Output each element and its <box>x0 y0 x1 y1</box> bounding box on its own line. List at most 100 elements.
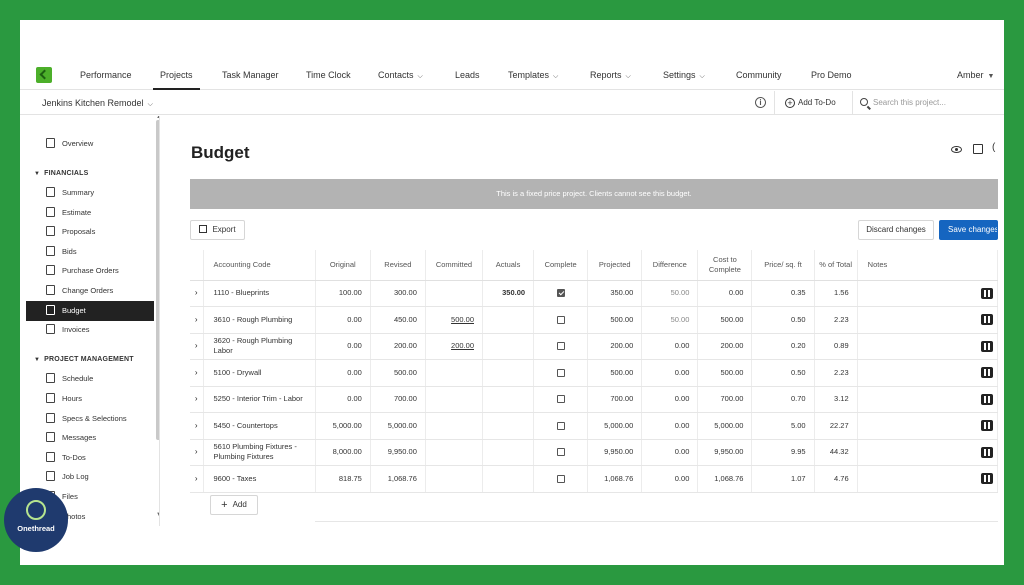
project-selector[interactable]: Jenkins Kitchen Remodel ⌵ <box>42 91 153 115</box>
sidebar-item-schedule[interactable]: Schedule <box>46 369 93 389</box>
nav-leads[interactable]: Leads <box>455 60 480 90</box>
save-changes-button[interactable]: Save changes <box>939 220 998 240</box>
column-header[interactable]: Difference <box>641 250 699 281</box>
sidebar-item-estimate[interactable]: Estimate <box>46 203 91 223</box>
table-row[interactable]: › 5450 - Countertops 5,000.00 5,000.00 5,000… <box>190 412 999 440</box>
table-row[interactable]: › 5250 - Interior Trim - Labor 0.00 700.00 7… <box>190 386 999 413</box>
export-button[interactable]: Export <box>190 220 245 240</box>
projected-cell: 5,000.00 <box>587 412 643 440</box>
committed-cell[interactable]: 500.00 <box>425 306 484 334</box>
complete-cell <box>533 386 589 413</box>
notes-icon[interactable] <box>981 287 993 299</box>
notes-cell[interactable] <box>857 439 999 466</box>
more-icon[interactable]: ( <box>992 142 995 153</box>
print-icon[interactable] <box>973 144 983 154</box>
add-line-button[interactable]: + Add <box>210 495 258 515</box>
section-project-management[interactable]: ▼ PROJECT MANAGEMENT <box>34 352 134 368</box>
expand-row-icon[interactable]: › <box>190 386 204 413</box>
expand-row-icon[interactable]: › <box>190 359 204 387</box>
column-header[interactable]: Committed <box>425 250 484 281</box>
nav-reports[interactable]: Reports ⌵ <box>590 60 631 90</box>
notes-cell[interactable] <box>857 333 999 360</box>
user-menu[interactable]: Amber ▼ <box>957 60 994 90</box>
complete-checkbox[interactable] <box>556 315 565 324</box>
notes-icon[interactable] <box>981 367 993 379</box>
sidebar-item-summary[interactable]: Summary <box>46 183 94 203</box>
scroll-down-icon[interactable]: ▼ <box>156 512 159 518</box>
sidebar-item-messages[interactable]: Messages <box>46 428 96 448</box>
sidebar-item-bids[interactable]: Bids <box>46 242 77 262</box>
column-header[interactable]: % of Total <box>814 250 858 281</box>
table-row[interactable]: › 9600 - Taxes 818.75 1,068.76 1,068.76 0.00 1… <box>190 465 999 493</box>
info-icon[interactable]: i <box>755 97 766 108</box>
sidebar-item-specs-selections[interactable]: Specs & Selections <box>46 409 127 429</box>
sidebar-item-purchase-orders[interactable]: Purchase Orders <box>46 261 119 281</box>
sidebar-item-overview[interactable]: Overview <box>46 134 93 154</box>
complete-checkbox[interactable] <box>556 368 565 377</box>
table-row[interactable]: › 1110 - Blueprints 100.00 300.00 350.00 350.… <box>190 280 999 307</box>
column-header[interactable]: Complete <box>533 250 589 281</box>
search-input[interactable]: Search this project... <box>860 91 1000 115</box>
complete-checkbox[interactable] <box>556 342 565 351</box>
nav-pro-demo[interactable]: Pro Demo <box>811 60 852 90</box>
column-header[interactable]: Actuals <box>482 250 535 281</box>
add-todo-button[interactable]: + Add To-Do <box>785 91 836 115</box>
sidebar-item-hours[interactable]: Hours <box>46 389 82 409</box>
expand-row-icon[interactable]: › <box>190 280 204 307</box>
nav-templates[interactable]: Templates ⌵ <box>508 60 558 90</box>
nav-contacts[interactable]: Contacts ⌵ <box>378 60 423 90</box>
nav-community[interactable]: Community <box>736 60 782 90</box>
notes-icon[interactable] <box>981 446 993 458</box>
nav-task-manager[interactable]: Task Manager <box>222 60 279 90</box>
column-header[interactable]: Original <box>315 250 371 281</box>
notes-cell[interactable] <box>857 465 999 493</box>
notes-icon[interactable] <box>981 420 993 432</box>
notes-cell[interactable] <box>857 280 999 307</box>
scroll-up-icon[interactable]: ▲ <box>156 116 159 120</box>
notes-icon[interactable] <box>981 473 993 485</box>
notes-cell[interactable] <box>857 306 999 334</box>
notes-cell[interactable] <box>857 412 999 440</box>
complete-checkbox[interactable] <box>556 421 565 430</box>
complete-checkbox[interactable] <box>556 474 565 483</box>
sidebar-item-budget[interactable]: Budget <box>26 301 154 321</box>
column-header[interactable]: Price/ sq. ft <box>751 250 815 281</box>
table-row[interactable]: › 5610 Plumbing Fixtures - Plumbing Fixtu… <box>190 439 999 466</box>
eye-icon[interactable] <box>951 146 962 153</box>
column-header[interactable]: Notes <box>857 250 999 281</box>
column-header[interactable]: Projected <box>587 250 643 281</box>
column-header[interactable]: Accounting Code <box>203 250 316 281</box>
notes-icon[interactable] <box>981 393 993 405</box>
sidebar-item-proposals[interactable]: Proposals <box>46 222 95 242</box>
column-header[interactable]: Revised <box>370 250 426 281</box>
nav-time-clock[interactable]: Time Clock <box>306 60 351 90</box>
app-logo-icon[interactable] <box>36 67 52 83</box>
table-row[interactable]: › 5100 - Drywall 0.00 500.00 500.00 0.00 500.0… <box>190 359 999 387</box>
sidebar-item-change-orders[interactable]: Change Orders <box>46 281 113 301</box>
committed-cell[interactable]: 200.00 <box>425 333 484 360</box>
discard-changes-button[interactable]: Discard changes <box>858 220 934 240</box>
sidebar-item-to-dos[interactable]: To-Dos <box>46 448 86 468</box>
expand-row-icon[interactable]: › <box>190 412 204 440</box>
sidebar-item-job-log[interactable]: Job Log <box>46 467 89 487</box>
nav-projects[interactable]: Projects <box>153 60 200 90</box>
section-financials[interactable]: ▼ FINANCIALS <box>34 166 89 182</box>
expand-row-icon[interactable]: › <box>190 439 204 466</box>
column-header[interactable]: Cost to Complete <box>697 250 753 281</box>
nav-performance[interactable]: Performance <box>80 60 132 90</box>
sidebar-scrollbar[interactable] <box>156 120 159 440</box>
expand-row-icon[interactable]: › <box>190 333 204 360</box>
notes-cell[interactable] <box>857 359 999 387</box>
complete-checkbox[interactable] <box>556 395 565 404</box>
expand-row-icon[interactable]: › <box>190 306 204 334</box>
expand-row-icon[interactable]: › <box>190 465 204 493</box>
sidebar-item-invoices[interactable]: Invoices <box>46 320 90 340</box>
table-row[interactable]: › 3610 - Rough Plumbing 0.00 450.00 500.00 50… <box>190 306 999 334</box>
notes-icon[interactable] <box>981 314 993 326</box>
notes-cell[interactable] <box>857 386 999 413</box>
notes-icon[interactable] <box>981 340 993 352</box>
table-row[interactable]: › 3620 - Rough Plumbing Labor 0.00 200.00 20… <box>190 333 999 360</box>
complete-checkbox[interactable] <box>556 289 565 298</box>
complete-checkbox[interactable] <box>556 448 565 457</box>
nav-settings[interactable]: Settings ⌵ <box>663 60 705 90</box>
